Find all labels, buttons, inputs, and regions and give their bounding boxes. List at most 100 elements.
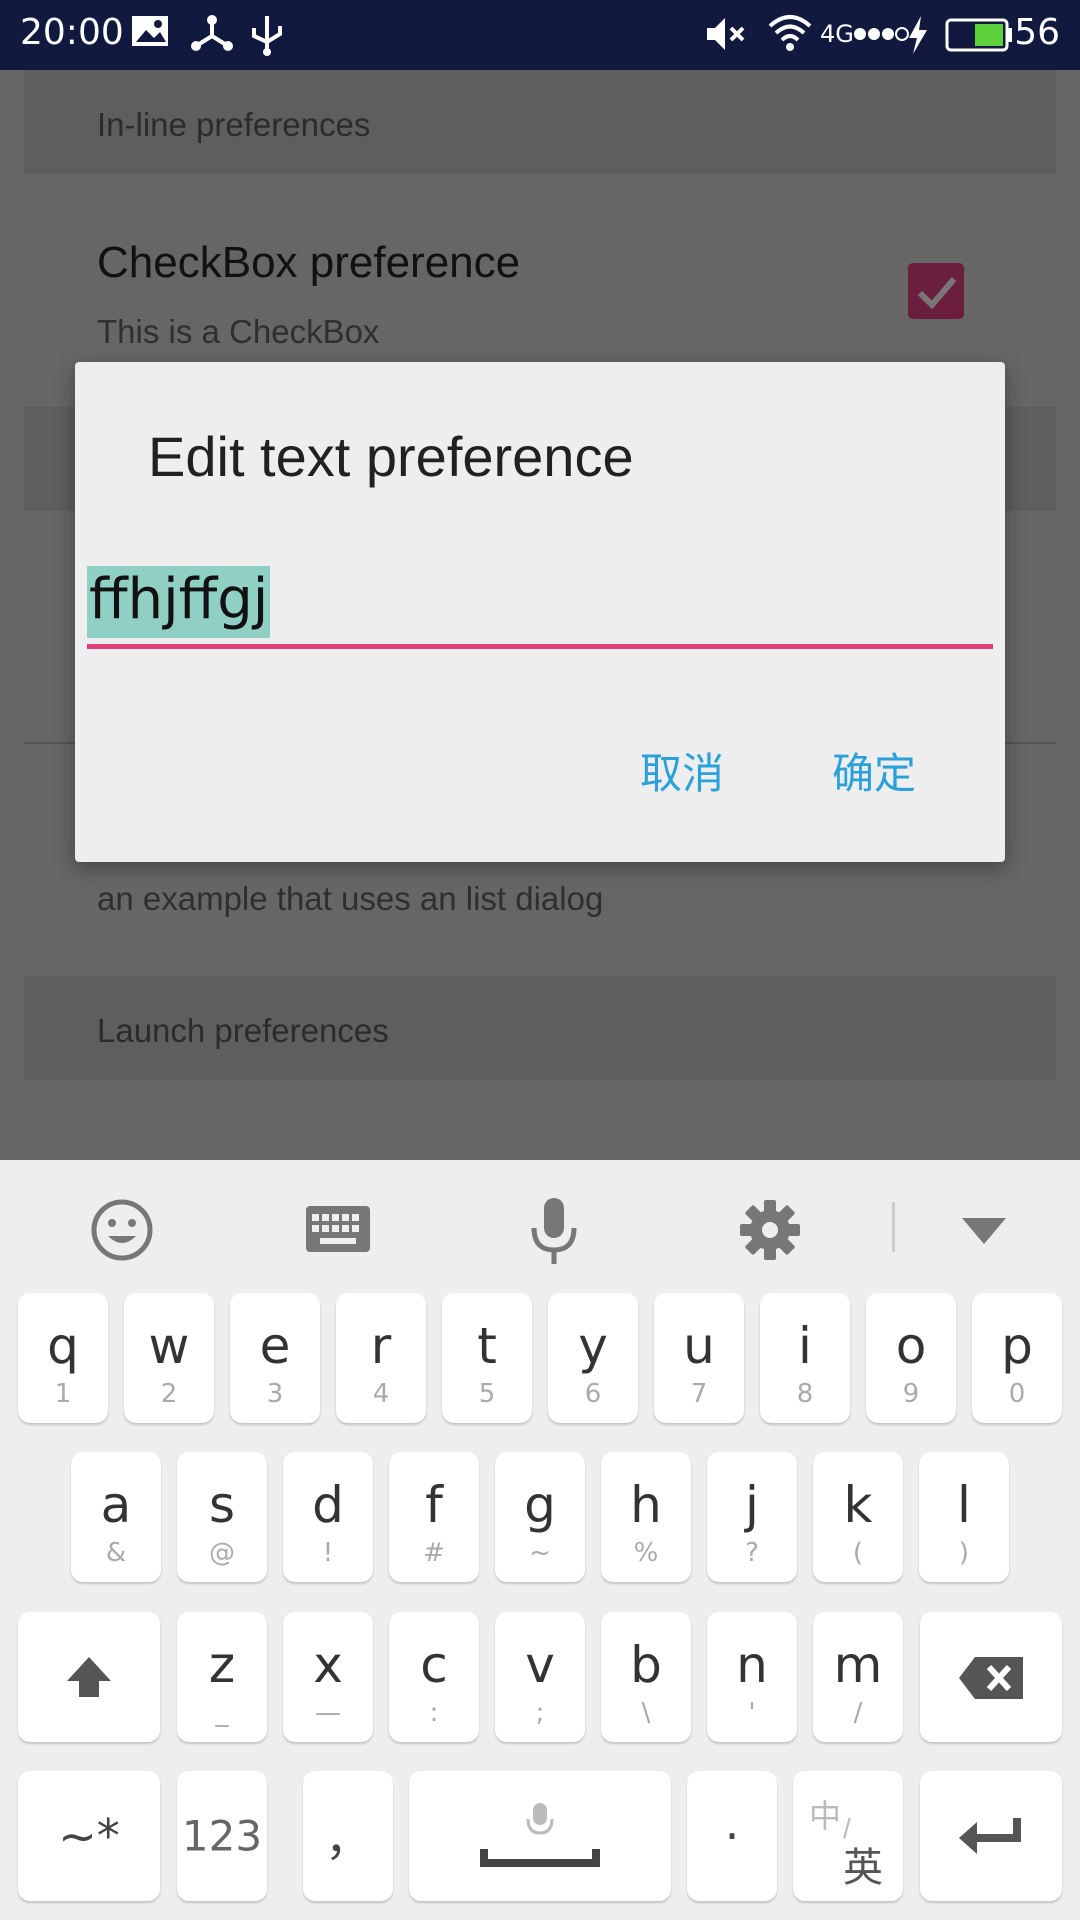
enter-key[interactable]	[920, 1771, 1062, 1901]
settings-icon[interactable]	[730, 1190, 810, 1270]
key-v[interactable]: v;	[495, 1612, 585, 1742]
key-q[interactable]: q1	[18, 1293, 108, 1423]
key-main-label: m	[833, 1636, 883, 1694]
mute-icon	[707, 18, 745, 50]
key-o[interactable]: o9	[866, 1293, 956, 1423]
soft-keyboard: q 1 w 2 e 3 r 4 t 5 y 6 u 7 i 8 o 9 p 0 a & s @ d! f # g ~ h% j? k(l) z _…	[0, 1160, 1080, 1920]
keyboard-icon[interactable]	[298, 1190, 378, 1270]
checkbox-pref-summary: This is a CheckBox	[97, 313, 380, 350]
key-main-label: i	[798, 1317, 812, 1375]
key-f[interactable]: f #	[389, 1452, 479, 1582]
language-switch-key[interactable]: 中 / 英	[793, 1771, 903, 1901]
signal-icon	[854, 27, 909, 41]
microphone-icon[interactable]	[514, 1190, 594, 1270]
key-sub-label: 8	[796, 1379, 814, 1409]
toolbar-divider	[892, 1202, 895, 1252]
key-main-label: f	[425, 1476, 443, 1534]
status-time: 20:00	[20, 12, 124, 53]
key-c[interactable]: c:	[389, 1612, 479, 1742]
dialog-title: Edit text preference	[148, 425, 634, 488]
key-m[interactable]: m /	[813, 1612, 903, 1742]
key-sub-label: :	[429, 1698, 439, 1728]
emoji-icon[interactable]	[82, 1190, 162, 1270]
key-main-label: h	[630, 1476, 662, 1534]
key-sub-label: 1	[54, 1379, 72, 1409]
key-main-label: z	[208, 1636, 236, 1694]
key-sub-label: 5	[478, 1379, 496, 1409]
key-sub-label: (	[852, 1538, 864, 1568]
shift-icon	[67, 1657, 111, 1697]
key-sub-label: ;	[535, 1698, 545, 1728]
key-main-label: p	[1001, 1317, 1033, 1375]
key-y[interactable]: y6	[548, 1293, 638, 1423]
charging-icon	[909, 16, 927, 54]
key-s[interactable]: s @	[177, 1452, 267, 1582]
checkbox-pref-title[interactable]: CheckBox preference	[97, 238, 520, 288]
key-sub-label: 4	[372, 1379, 390, 1409]
key-sub-label: 7	[690, 1379, 708, 1409]
key-z[interactable]: z _	[177, 1612, 267, 1742]
key-p[interactable]: p0	[972, 1293, 1062, 1423]
key-sub-label: —	[315, 1698, 341, 1728]
key-n[interactable]: n '	[707, 1612, 797, 1742]
key-l[interactable]: l)	[919, 1452, 1009, 1582]
symbols-key[interactable]: ~*	[18, 1771, 160, 1901]
cancel-button[interactable]: 取消	[640, 740, 724, 801]
symbols-key-label: ~*	[58, 1809, 120, 1863]
key-main-label: x	[313, 1636, 343, 1694]
key-sub-label: 3	[266, 1379, 284, 1409]
category-launch: Launch preferences	[24, 976, 1056, 1080]
numbers-key-label: 123	[181, 1811, 263, 1861]
key-u[interactable]: u7	[654, 1293, 744, 1423]
key-sub-label: \	[641, 1698, 651, 1728]
key-j[interactable]: j?	[707, 1452, 797, 1582]
key-main-label: y	[578, 1317, 608, 1375]
enter-icon	[959, 1818, 1021, 1854]
key-main-label: r	[370, 1317, 392, 1375]
key-e[interactable]: e3	[230, 1293, 320, 1423]
space-icon	[480, 1803, 600, 1867]
key-x[interactable]: x —	[283, 1612, 373, 1742]
key-w[interactable]: w2	[124, 1293, 214, 1423]
key-sub-label: /	[853, 1698, 863, 1728]
key-sub-label: @	[209, 1538, 235, 1568]
key-b[interactable]: b \	[601, 1612, 691, 1742]
comma-key[interactable]: ，	[303, 1771, 393, 1901]
key-sub-label: _	[215, 1698, 229, 1728]
key-k[interactable]: k(	[813, 1452, 903, 1582]
comma-key-label: ，	[325, 1812, 371, 1866]
backspace-key[interactable]	[920, 1612, 1062, 1742]
key-sub-label: 0	[1008, 1379, 1026, 1409]
key-sub-label: %	[633, 1538, 659, 1568]
input-underline	[87, 644, 993, 649]
battery-icon	[945, 18, 1012, 52]
key-main-label: b	[630, 1636, 662, 1694]
key-t[interactable]: t5	[442, 1293, 532, 1423]
numbers-key[interactable]: 123	[177, 1771, 267, 1901]
shift-key[interactable]	[18, 1612, 160, 1742]
key-i[interactable]: i8	[760, 1293, 850, 1423]
key-main-label: w	[148, 1317, 190, 1375]
key-sub-label: !	[322, 1538, 334, 1568]
wifi-icon	[768, 15, 812, 51]
backspace-icon	[959, 1657, 1023, 1699]
key-a[interactable]: a &	[71, 1452, 161, 1582]
edit-text-input[interactable]: ffhjffgj	[87, 566, 271, 638]
lang-en-label: 英	[843, 1845, 883, 1891]
period-key[interactable]: ·	[687, 1771, 777, 1901]
category-inline: In-line preferences	[24, 70, 1056, 174]
collapse-icon[interactable]	[944, 1190, 1024, 1270]
checkbox[interactable]	[908, 263, 964, 319]
key-sub-label: 6	[584, 1379, 602, 1409]
key-h[interactable]: h%	[601, 1452, 691, 1582]
key-d[interactable]: d!	[283, 1452, 373, 1582]
ok-button[interactable]: 确定	[832, 740, 916, 801]
status-bar: 20:00 4G 56	[0, 0, 1080, 70]
usb-icon	[252, 16, 282, 56]
key-main-label: u	[683, 1317, 715, 1375]
period-key-label: ·	[724, 1809, 740, 1863]
key-g[interactable]: g ~	[495, 1452, 585, 1582]
space-key[interactable]	[409, 1771, 671, 1901]
key-r[interactable]: r4	[336, 1293, 426, 1423]
category-launch-label: Launch preferences	[97, 1012, 389, 1049]
